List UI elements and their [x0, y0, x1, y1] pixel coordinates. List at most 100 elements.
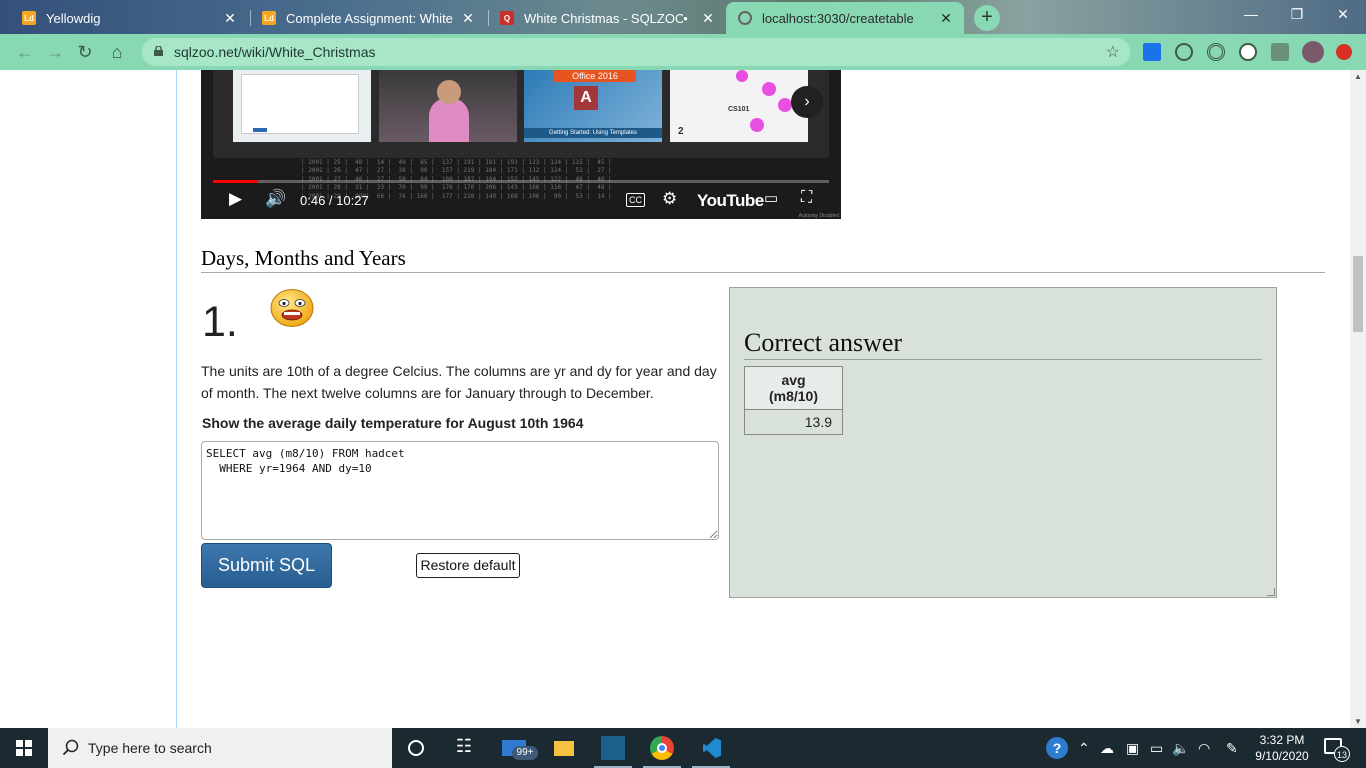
- restore-icon[interactable]: ❐: [1282, 6, 1312, 23]
- cloud-icon[interactable]: ☁: [1100, 740, 1114, 757]
- table-header: avg (m8/10): [744, 366, 843, 410]
- update-icon[interactable]: [1336, 44, 1352, 60]
- section-divider: [201, 272, 1325, 273]
- mail-badge: 99+: [512, 746, 538, 760]
- taskbar-search-box[interactable]: Type here to search: [48, 728, 392, 768]
- related-video-thumbnail[interactable]: [233, 70, 371, 142]
- clock-date: 9/10/2020: [1255, 749, 1309, 763]
- scroll-up-icon[interactable]: ▲: [1350, 72, 1366, 81]
- yellowdig-favicon: Ld: [262, 11, 276, 25]
- close-icon[interactable]: ✕: [700, 10, 716, 27]
- chevron-right-icon[interactable]: ›: [791, 86, 823, 118]
- extension-icon[interactable]: [1143, 43, 1161, 61]
- sql-editor[interactable]: SELECT avg (m8/10) FROM hadcet WHERE yr=…: [201, 441, 719, 540]
- tab-yellowdig[interactable]: Ld Yellowdig ✕: [10, 2, 248, 34]
- related-video-thumbnail[interactable]: Office 2016 A Getting Started: Using Tem…: [524, 70, 662, 142]
- answer-table: avg (m8/10) 13.9: [744, 366, 843, 435]
- question-number: 1.: [202, 298, 238, 346]
- task-view-icon[interactable]: ☷: [452, 736, 476, 760]
- search-placeholder: Type here to search: [88, 740, 212, 756]
- related-video-thumbnail[interactable]: CS101 2: [670, 70, 808, 142]
- tab-title: Yellowdig: [46, 10, 101, 26]
- help-icon[interactable]: ?: [1046, 737, 1068, 759]
- video-time: 0:46 / 10:27: [300, 193, 369, 208]
- clock-time: 3:32 PM: [1259, 733, 1305, 747]
- globe-icon: [738, 11, 752, 25]
- restore-default-button[interactable]: Restore default: [416, 553, 520, 578]
- mail-icon[interactable]: 99+: [502, 736, 538, 760]
- windows-taskbar: Type here to search ☷ 99+ ? ⌃ ☁ ▣ ▭ 🔈 ◠ …: [0, 728, 1366, 768]
- react-devtools-icon[interactable]: [1175, 43, 1193, 61]
- sqlzoo-favicon: Q: [500, 11, 514, 25]
- reload-icon[interactable]: ↻: [74, 41, 96, 63]
- youtube-logo[interactable]: YouTube: [697, 191, 764, 211]
- audio-dot-icon: ●: [683, 13, 688, 23]
- related-video-thumbnail[interactable]: [379, 70, 517, 142]
- scroll-thumb[interactable]: [1353, 256, 1363, 332]
- tab-complete-assignment[interactable]: Ld Complete Assignment: White Ch ✕: [250, 2, 486, 34]
- file-explorer-icon[interactable]: [552, 736, 576, 760]
- yellowdig-favicon: Ld: [22, 11, 36, 25]
- puzzle-icon[interactable]: [1271, 43, 1289, 61]
- page-content: | 2001 | 24 | 89 | 27 | 68 | 68 | 157 | …: [0, 70, 1350, 728]
- lock-icon: [154, 46, 163, 56]
- volume-icon[interactable]: 🔊: [265, 189, 286, 209]
- search-icon: [62, 739, 79, 756]
- fullscreen-icon[interactable]: ⛶: [801, 189, 812, 207]
- cast-icon[interactable]: ▭: [764, 189, 778, 207]
- tab-title: White Christmas - SQLZOO: [524, 10, 684, 26]
- bookmark-star-icon[interactable]: ☆: [1106, 42, 1120, 62]
- battery-icon[interactable]: ▭: [1150, 740, 1163, 757]
- close-icon[interactable]: ✕: [938, 10, 954, 27]
- chevron-up-icon[interactable]: ⌃: [1078, 740, 1090, 757]
- submit-sql-button[interactable]: Submit SQL: [201, 543, 332, 588]
- back-icon[interactable]: ←: [14, 41, 36, 63]
- forward-icon[interactable]: →: [44, 41, 66, 63]
- windows-start-icon[interactable]: [0, 728, 48, 768]
- tab-localhost[interactable]: localhost:3030/createtable ✕: [726, 2, 964, 34]
- tab-sqlzoo[interactable]: Q White Christmas - SQLZOO ● ✕: [488, 2, 726, 34]
- smiley-face-icon: [270, 289, 314, 327]
- speaker-icon[interactable]: 🔈: [1172, 740, 1189, 757]
- device-icon[interactable]: ▣: [1126, 740, 1139, 757]
- captions-icon[interactable]: CC: [626, 193, 645, 207]
- notification-count: 13: [1334, 746, 1350, 762]
- extension-icon[interactable]: [1239, 43, 1257, 61]
- autoplay-label: Autoplay Disabled: [798, 213, 839, 219]
- answer-panel: Correct answer avg (m8/10) 13.9: [729, 287, 1277, 598]
- thumbnail-number: 2: [678, 126, 684, 137]
- browser-tab-strip: Ld Yellowdig ✕ Ld Complete Assignment: W…: [0, 0, 1366, 34]
- youtube-video-player[interactable]: | 2001 | 24 | 89 | 27 | 68 | 68 | 157 | …: [201, 70, 841, 219]
- minimize-icon[interactable]: —: [1236, 6, 1266, 22]
- pen-icon[interactable]: ✎: [1226, 740, 1238, 757]
- play-icon[interactable]: ▶: [229, 189, 242, 209]
- settings-gear-icon[interactable]: ⚙: [662, 189, 677, 209]
- extension-target-icon[interactable]: [1207, 43, 1225, 61]
- video-progress-bar[interactable]: [213, 180, 829, 183]
- window-close-icon[interactable]: ✕: [1328, 6, 1358, 23]
- close-icon[interactable]: ✕: [460, 10, 476, 27]
- browser-toolbar: ← → ↻ ⌂ sqlzoo.net/wiki/White_Christmas …: [0, 34, 1366, 70]
- taskbar-clock[interactable]: 3:32 PM 9/10/2020: [1254, 732, 1310, 764]
- avatar[interactable]: [1302, 41, 1324, 63]
- page-scrollbar[interactable]: ▲ ▼: [1350, 70, 1366, 728]
- home-icon[interactable]: ⌂: [106, 41, 128, 63]
- related-videos-strip: Office 2016 A Getting Started: Using Tem…: [213, 70, 829, 158]
- resize-grip-icon[interactable]: [1267, 588, 1275, 596]
- cortana-icon[interactable]: [404, 736, 428, 760]
- scroll-down-icon[interactable]: ▼: [1350, 717, 1366, 726]
- address-bar[interactable]: sqlzoo.net/wiki/White_Christmas ☆: [142, 38, 1130, 66]
- question-instruction: Show the average daily temperature for A…: [202, 415, 584, 431]
- vscode-icon[interactable]: [699, 736, 723, 760]
- chrome-icon[interactable]: [650, 736, 674, 760]
- section-title: Days, Months and Years: [201, 246, 406, 270]
- new-tab-button[interactable]: +: [974, 5, 1000, 31]
- wifi-icon[interactable]: ◠: [1198, 740, 1210, 757]
- thumbnail-caption: CS101: [728, 106, 750, 113]
- close-icon[interactable]: ✕: [222, 10, 238, 27]
- tab-title: Complete Assignment: White Ch: [286, 10, 454, 26]
- sql-developer-icon[interactable]: [601, 736, 625, 760]
- tab-title: localhost:3030/createtable: [762, 10, 914, 26]
- question-description: The units are 10th of a degree Celcius. …: [201, 363, 717, 401]
- url-text: sqlzoo.net/wiki/White_Christmas: [174, 44, 376, 60]
